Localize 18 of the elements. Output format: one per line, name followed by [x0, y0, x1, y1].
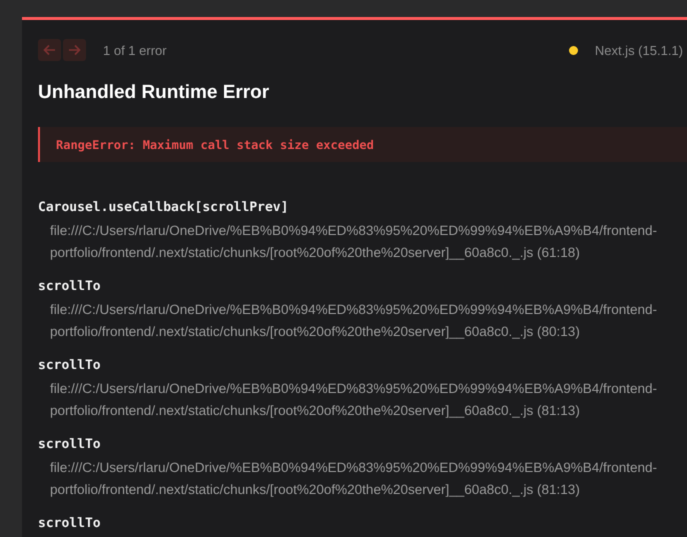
file-location[interactable]: file:///C:/Users/rlaru/OneDrive/%EB%B0%94%ED%83%95%20%ED%99%94%EB%A9%B4/frontend-portfolio/frontend/.next/static/chunks/[root%20of%20the%20server]__60a8c0._.js (80:13) [38, 299, 667, 343]
file-location[interactable]: file:///C:/Users/rlaru/OneDrive/%EB%B0%94%ED%83%95%20%ED%99%94%EB%A9%B4/frontend-portfolio/frontend/.next/static/chunks/[root%20of%20the%20server]__60a8c0._.js (81:13) [38, 457, 667, 501]
arrow-left-icon [43, 44, 56, 56]
status-dot [568, 46, 578, 54]
function-name: scrollTo [38, 278, 102, 296]
error-title: Unhandled Runtime Error [38, 81, 270, 105]
previous-error-button[interactable] [38, 39, 61, 61]
error-count: 1 of 1 error [103, 42, 167, 58]
function-name: scrollTo [38, 357, 102, 375]
version-label: Next.js (15.1.1) [594, 42, 683, 58]
next-error-button[interactable] [63, 39, 86, 61]
arrow-right-icon [68, 44, 81, 56]
file-location[interactable]: file:///C:/Users/rlaru/OneDrive/%EB%B0%94%ED%83%95%20%ED%99%94%EB%A9%B4/frontend-portfolio/frontend/.next/static/chunks/[root%20of%20the%20server]__60a8c0._.js (61:18) [38, 220, 667, 264]
function-name: scrollTo [38, 515, 102, 533]
function-name: scrollTo [38, 436, 102, 454]
file-location[interactable]: file:///C:/Users/rlaru/OneDrive/%EB%B0%94%ED%83%95%20%ED%99%94%EB%A9%B4/frontend-portfolio/frontend/.next/static/chunks/[root%20of%20the%20server]__60a8c0._.js (81:13) [38, 378, 667, 422]
error-message: RangeError: Maximum call stack size exceeded [56, 138, 374, 152]
function-name: Carousel.useCallback[scrollPrev] [38, 199, 290, 217]
